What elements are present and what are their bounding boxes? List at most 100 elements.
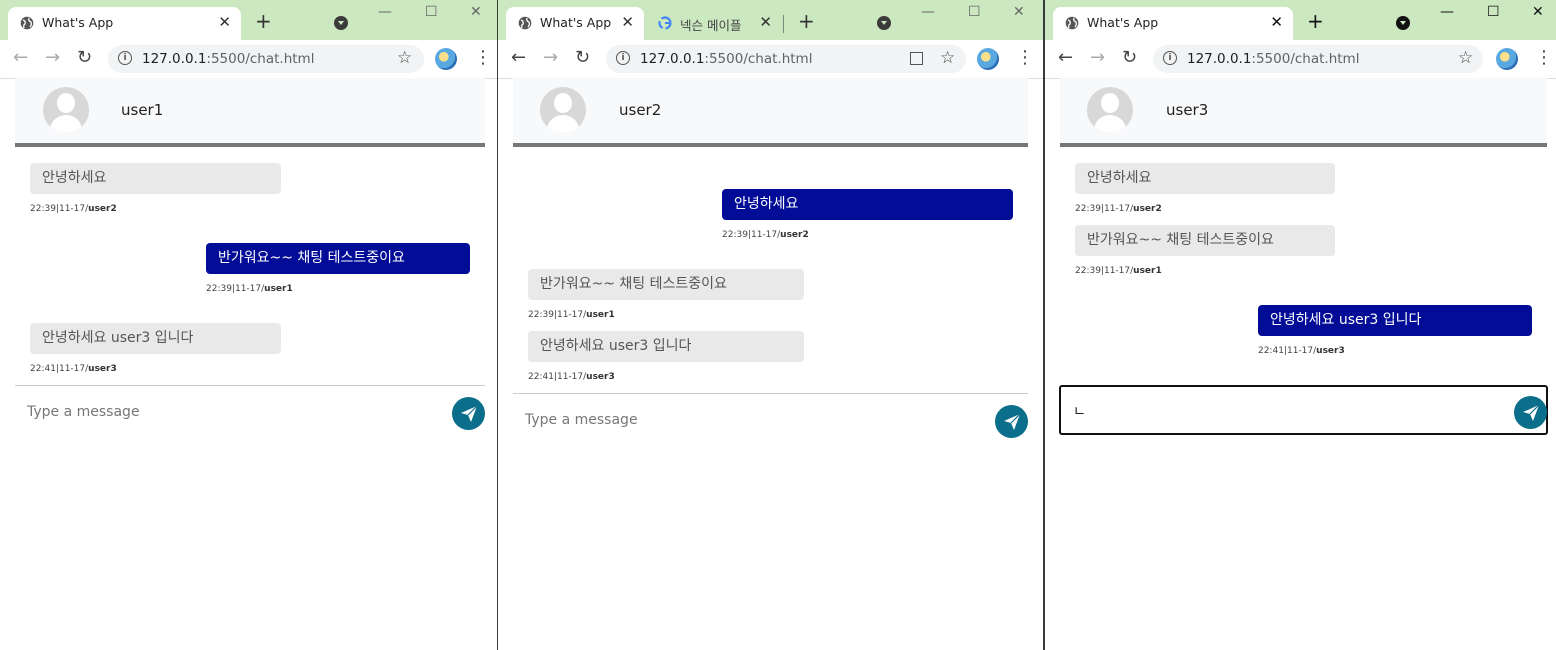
tab-title: What's App [42,15,114,30]
window-close-icon[interactable]: ✕ [470,4,482,20]
window-close-icon[interactable]: ✕ [1532,4,1544,20]
profile-avatar-icon[interactable] [435,48,457,70]
profile-avatar-icon[interactable] [1496,48,1518,70]
send-button[interactable] [452,397,485,430]
forward-icon[interactable]: → [1090,48,1105,68]
new-tab-button[interactable]: + [255,11,272,31]
avatar [540,87,586,133]
tab-search-icon[interactable] [334,16,348,30]
avatar [43,87,89,133]
message-meta: 22:39|11-17/user1 [1075,266,1162,276]
browser-toolbar: ← → ↻ i 127.0.0.1:5500/chat.html ☆ ⋮ [0,40,497,79]
tab-separator [783,15,784,33]
browser-window-user1: What's App ✕ + — ☐ ✕ ← → ↻ i 127.0.0.1:5… [0,0,497,650]
message-bubble: 반가워요~~ 채팅 테스트중이요 [206,243,470,274]
send-icon [1523,404,1540,421]
tab-title: 넥슨 메이플 [680,18,742,33]
message-bubble: 반가워요~~ 채팅 테스트중이요 [1075,225,1335,256]
message-input[interactable] [1071,399,1495,423]
tab-nexon-maple[interactable]: 넥슨 메이플 ✕ [646,7,782,40]
tab-close-icon[interactable]: ✕ [759,13,772,31]
message-meta: 22:39|11-17/user2 [1075,204,1162,214]
new-tab-button[interactable]: + [1307,11,1324,31]
menu-kebab-icon[interactable]: ⋮ [474,48,492,68]
chat-username: user3 [1166,101,1209,119]
minimize-icon[interactable]: — [378,4,392,20]
reload-icon[interactable]: ↻ [77,48,92,68]
bookmark-star-icon[interactable]: ☆ [940,48,955,68]
message-meta: 22:39|11-17/user1 [528,310,615,320]
menu-kebab-icon[interactable]: ⋮ [1016,48,1034,68]
url-text: 127.0.0.1:5500/chat.html [1187,51,1360,67]
chat-username: user1 [121,101,164,119]
forward-icon[interactable]: → [45,48,60,68]
globe-icon [1065,16,1079,30]
bookmark-star-icon[interactable]: ☆ [397,48,412,68]
message-bubble: 안녕하세요 user3 입니다 [1258,305,1532,336]
tab-strip: What's App ✕ + — ☐ ✕ [0,0,497,40]
new-tab-button[interactable]: + [798,11,815,31]
tab-search-icon[interactable] [1396,16,1410,30]
avatar [1087,87,1133,133]
tab-whats-app[interactable]: What's App ✕ [1053,7,1293,40]
tab-close-icon[interactable]: ✕ [218,13,231,31]
tab-close-icon[interactable]: ✕ [621,13,634,31]
maximize-icon[interactable]: ☐ [1487,4,1500,20]
chat-username: user2 [619,101,662,119]
send-icon [461,405,478,422]
message-meta: 22:41|11-17/user3 [528,372,615,382]
message-bubble: 반가워요~~ 채팅 테스트중이요 [528,269,804,300]
message-bubble: 안녕하세요 user3 입니다 [528,331,804,362]
menu-kebab-icon[interactable]: ⋮ [1535,48,1553,68]
input-divider [15,385,485,386]
tab-title: What's App [540,15,612,30]
message-input[interactable] [523,408,987,432]
address-bar[interactable]: i 127.0.0.1:5500/chat.html ☆ [606,45,966,73]
message-meta: 22:39|11-17/user2 [30,204,117,214]
reload-icon[interactable]: ↻ [575,48,590,68]
minimize-icon[interactable]: — [1440,4,1454,20]
tab-whats-app[interactable]: What's App ✕ [506,7,644,40]
back-icon[interactable]: ← [13,48,28,68]
minimize-icon[interactable]: — [921,4,935,20]
back-icon[interactable]: ← [511,48,526,68]
message-meta: 22:41|11-17/user3 [1258,346,1345,356]
site-info-icon[interactable]: i [1163,51,1177,65]
header-divider [513,143,1028,147]
message-bubble: 안녕하세요 [722,189,1013,220]
tab-strip: What's App ✕ + — ☐ ✕ [1045,0,1556,40]
maximize-icon[interactable]: ☐ [968,4,981,20]
tab-strip: What's App ✕ 넥슨 메이플 ✕ + — ☐ ✕ [498,0,1043,40]
browser-toolbar: ← → ↻ i 127.0.0.1:5500/chat.html ☆ ⋮ [1045,40,1556,79]
browser-window-user3: What's App ✕ + — ☐ ✕ ← → ↻ i 127.0.0.1:5… [1045,0,1556,650]
bookmark-star-icon[interactable]: ☆ [1458,48,1473,68]
site-info-icon[interactable]: i [616,51,630,65]
message-input[interactable] [25,400,449,424]
send-button[interactable] [1514,396,1547,429]
input-divider [513,393,1028,394]
header-divider [1060,143,1547,147]
browser-toolbar: ← → ↻ i 127.0.0.1:5500/chat.html ☆ ⋮ [498,40,1043,79]
tab-search-icon[interactable] [877,16,891,30]
tab-whats-app[interactable]: What's App ✕ [8,7,241,40]
reload-icon[interactable]: ↻ [1122,48,1137,68]
forward-icon[interactable]: → [543,48,558,68]
qr-code-icon[interactable] [910,52,923,65]
profile-avatar-icon[interactable] [977,48,999,70]
url-text: 127.0.0.1:5500/chat.html [640,51,813,67]
message-bubble: 안녕하세요 user3 입니다 [30,323,281,354]
maximize-icon[interactable]: ☐ [425,4,438,20]
message-meta: 22:41|11-17/user3 [30,364,117,374]
chat-header: user1 [15,78,485,144]
back-icon[interactable]: ← [1058,48,1073,68]
browser-window-user2: What's App ✕ 넥슨 메이플 ✕ + — ☐ ✕ ← → ↻ i 12… [498,0,1043,650]
window-close-icon[interactable]: ✕ [1013,4,1025,20]
address-bar[interactable]: i 127.0.0.1:5500/chat.html ☆ [1153,45,1483,73]
site-info-icon[interactable]: i [118,51,132,65]
globe-icon [20,16,34,30]
send-button[interactable] [995,405,1028,438]
google-icon [658,16,672,30]
chat-header: user2 [513,78,1028,144]
tab-close-icon[interactable]: ✕ [1270,13,1283,31]
address-bar[interactable]: i 127.0.0.1:5500/chat.html ☆ [108,45,424,73]
